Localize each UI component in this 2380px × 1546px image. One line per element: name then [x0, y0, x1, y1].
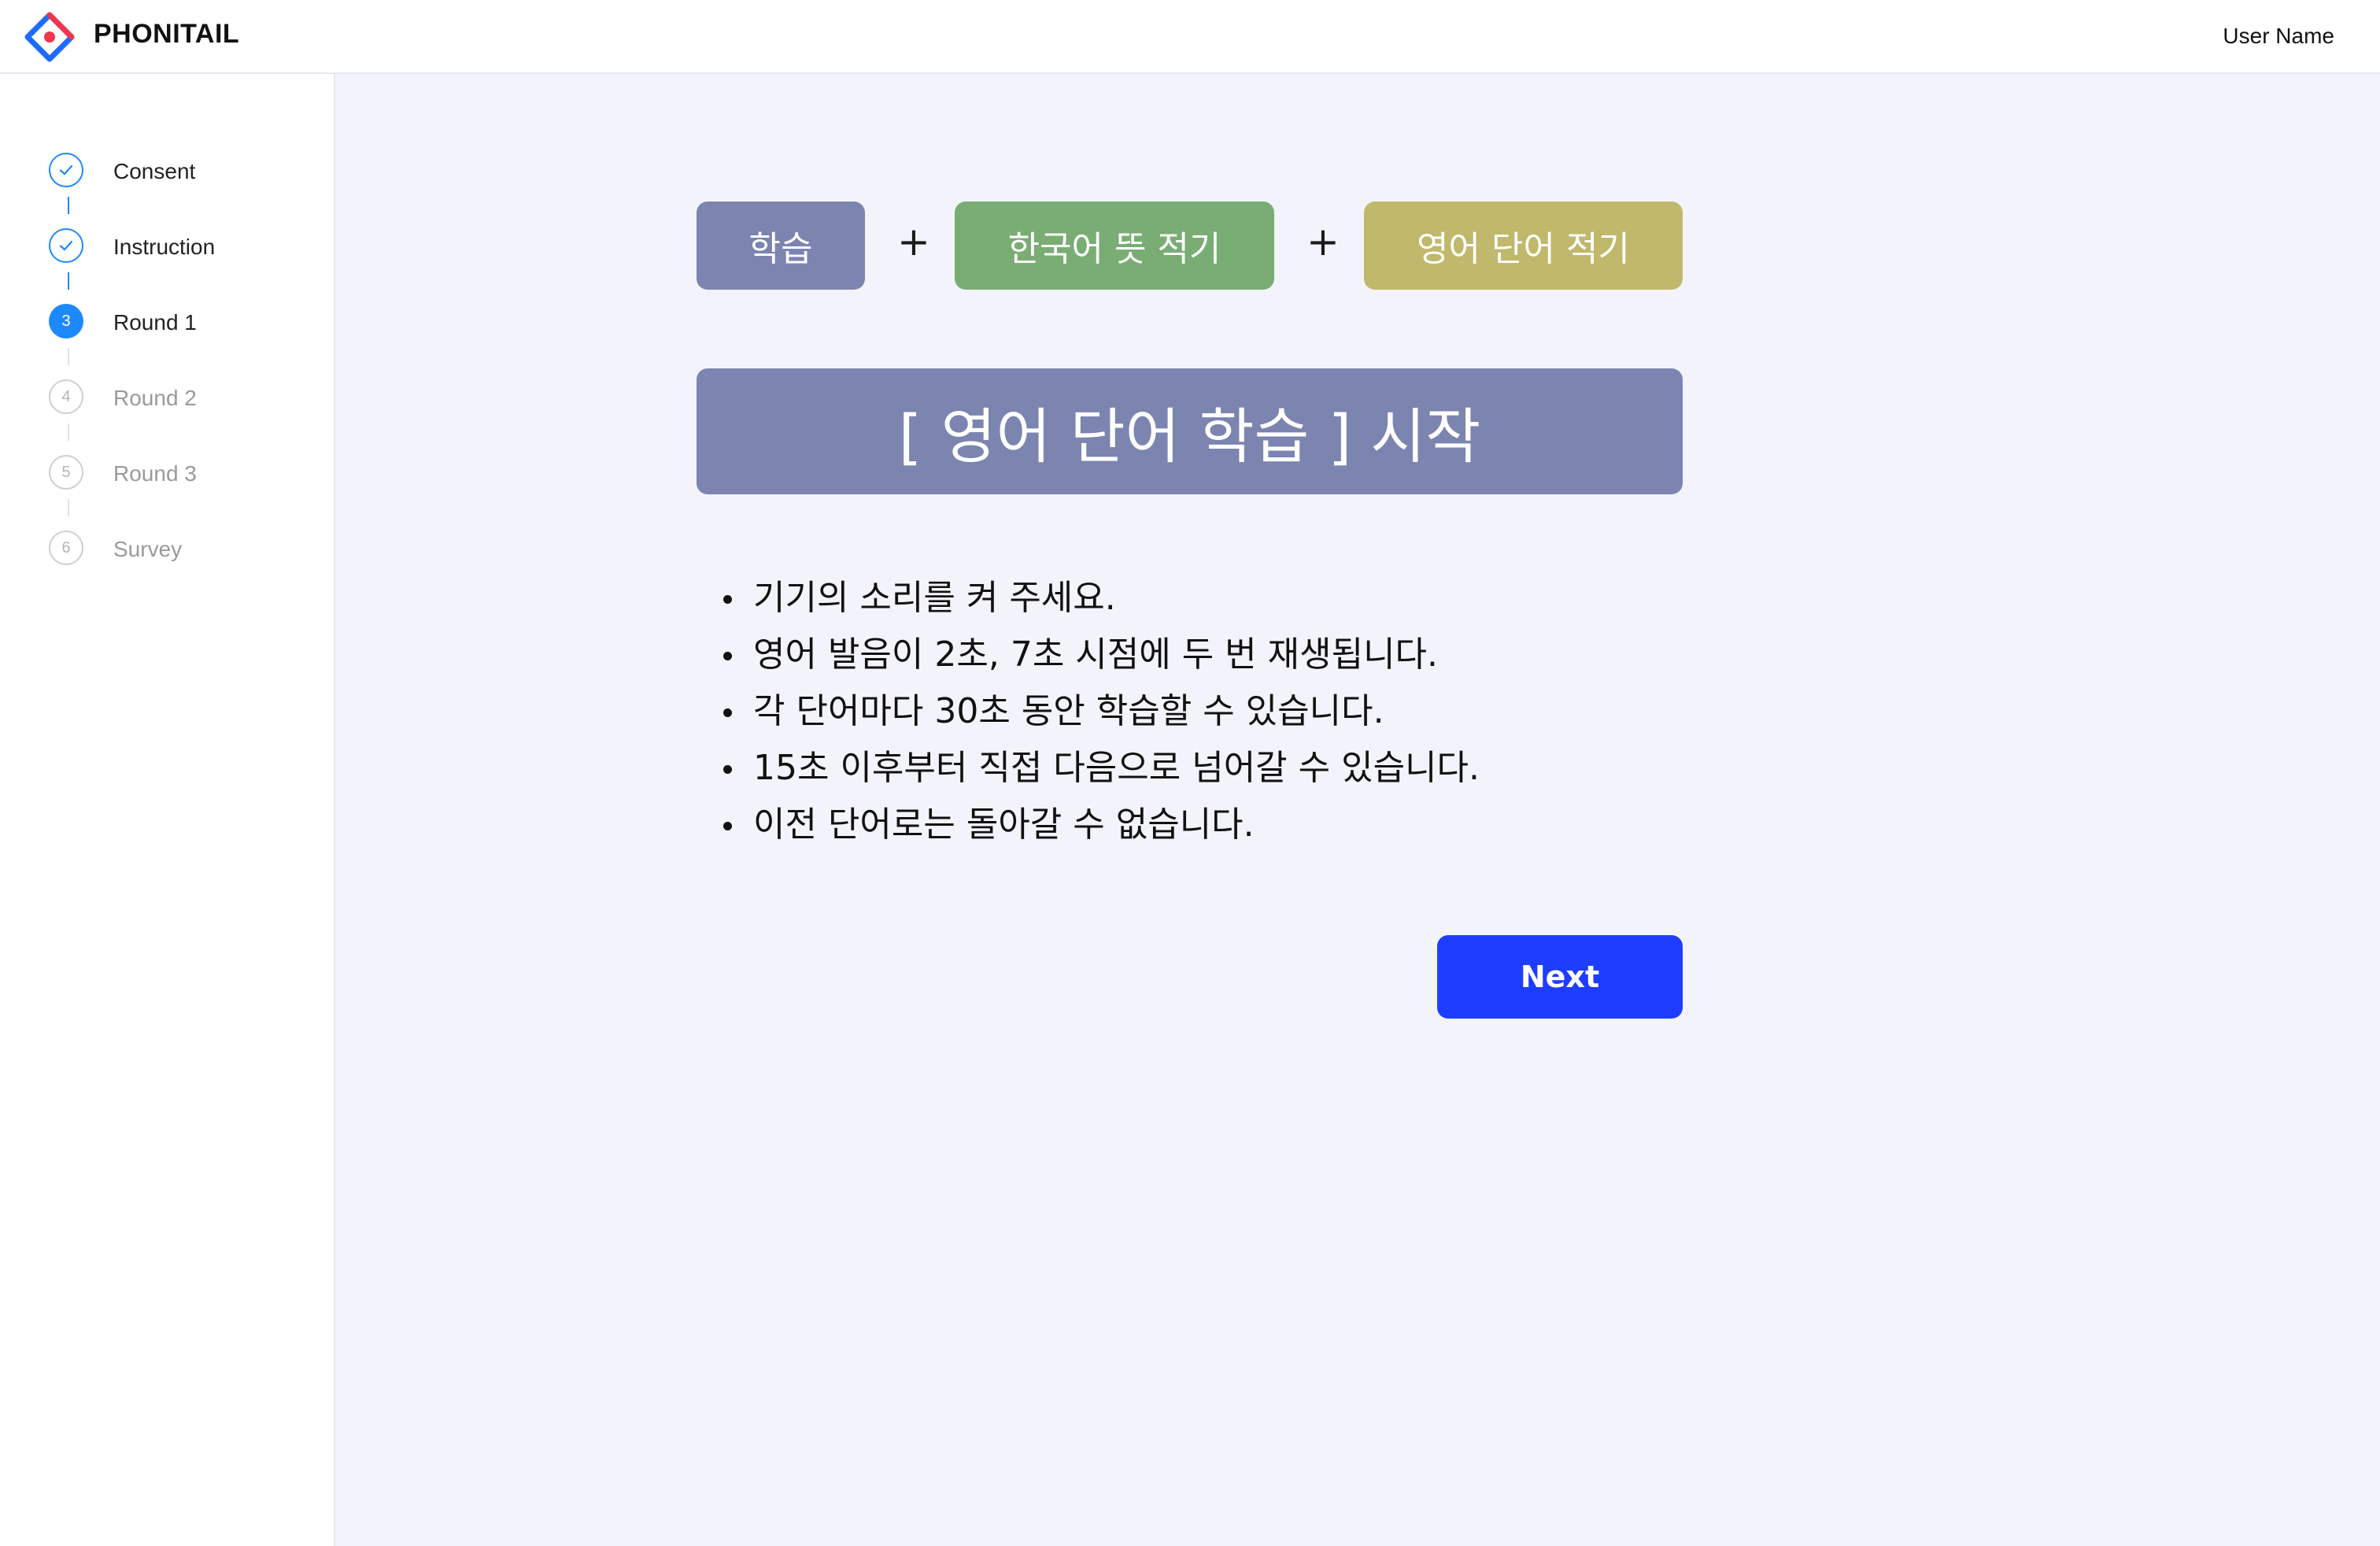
step-round-2: 4 Round 2	[49, 379, 316, 420]
step-connector	[68, 197, 69, 214]
step-label: Survey	[113, 537, 183, 561]
step-number-badge: 4	[49, 379, 83, 414]
plus-sign: +	[897, 219, 930, 264]
step-instruction: Instruction	[49, 228, 316, 269]
main-content: 학습 + 한국어 뜻 적기 + 영어 단어 적기 [ 영어 단어 학습 ] 시작…	[335, 74, 2380, 1546]
step-connector	[68, 499, 69, 516]
top-header: PHONITAIL User Name	[0, 0, 2380, 74]
progress-sidebar: Consent Instruction 3 Round 1 4 Round 2 …	[0, 74, 335, 1546]
step-survey: 6 Survey	[49, 531, 316, 571]
instruction-item: 15초 이후부터 직접 다음으로 넘어갈 수 있습니다.	[697, 740, 1720, 797]
step-label: Consent	[113, 159, 196, 183]
step-connector	[68, 423, 69, 441]
plus-sign: +	[1306, 219, 1340, 264]
write-word-chip: 영어 단어 적기	[1364, 202, 1683, 290]
instruction-item: 각 단어마다 30초 동안 학습할 수 있습니다.	[697, 683, 1720, 740]
write-meaning-chip: 한국어 뜻 적기	[955, 202, 1274, 290]
step-round-1: 3 Round 1	[49, 304, 316, 345]
step-round-3: 5 Round 3	[49, 455, 316, 496]
step-consent: Consent	[49, 153, 316, 194]
diamond-logo-icon[interactable]	[24, 11, 76, 63]
step-label: Round 2	[113, 386, 197, 410]
step-label: Instruction	[113, 235, 216, 259]
step-1-check-icon	[49, 153, 83, 187]
step-2-check-icon	[49, 228, 83, 263]
user-name[interactable]: User Name	[2223, 24, 2334, 49]
instruction-item: 이전 단어로는 돌아갈 수 없습니다.	[697, 797, 1720, 853]
step-number-badge: 5	[49, 455, 83, 490]
step-connector	[68, 348, 69, 365]
study-chip: 학습	[697, 202, 865, 290]
step-connector	[68, 272, 69, 290]
step-label: Round 1	[113, 310, 197, 335]
instruction-list: 기기의 소리를 켜 주세요. 영어 발음이 2초, 7초 시점에 두 번 재생됩…	[697, 570, 1720, 853]
step-number-badge: 6	[49, 531, 83, 565]
instruction-item: 기기의 소리를 켜 주세요.	[697, 570, 1720, 627]
step-number-badge: 3	[49, 304, 83, 338]
step-label: Round 3	[113, 461, 197, 486]
brand-name[interactable]: PHONITAIL	[94, 19, 239, 50]
instruction-item: 영어 발음이 2초, 7초 시점에 두 번 재생됩니다.	[697, 627, 1720, 683]
next-button[interactable]: Next	[1437, 935, 1683, 1019]
session-title-banner: [ 영어 단어 학습 ] 시작	[697, 368, 1683, 494]
